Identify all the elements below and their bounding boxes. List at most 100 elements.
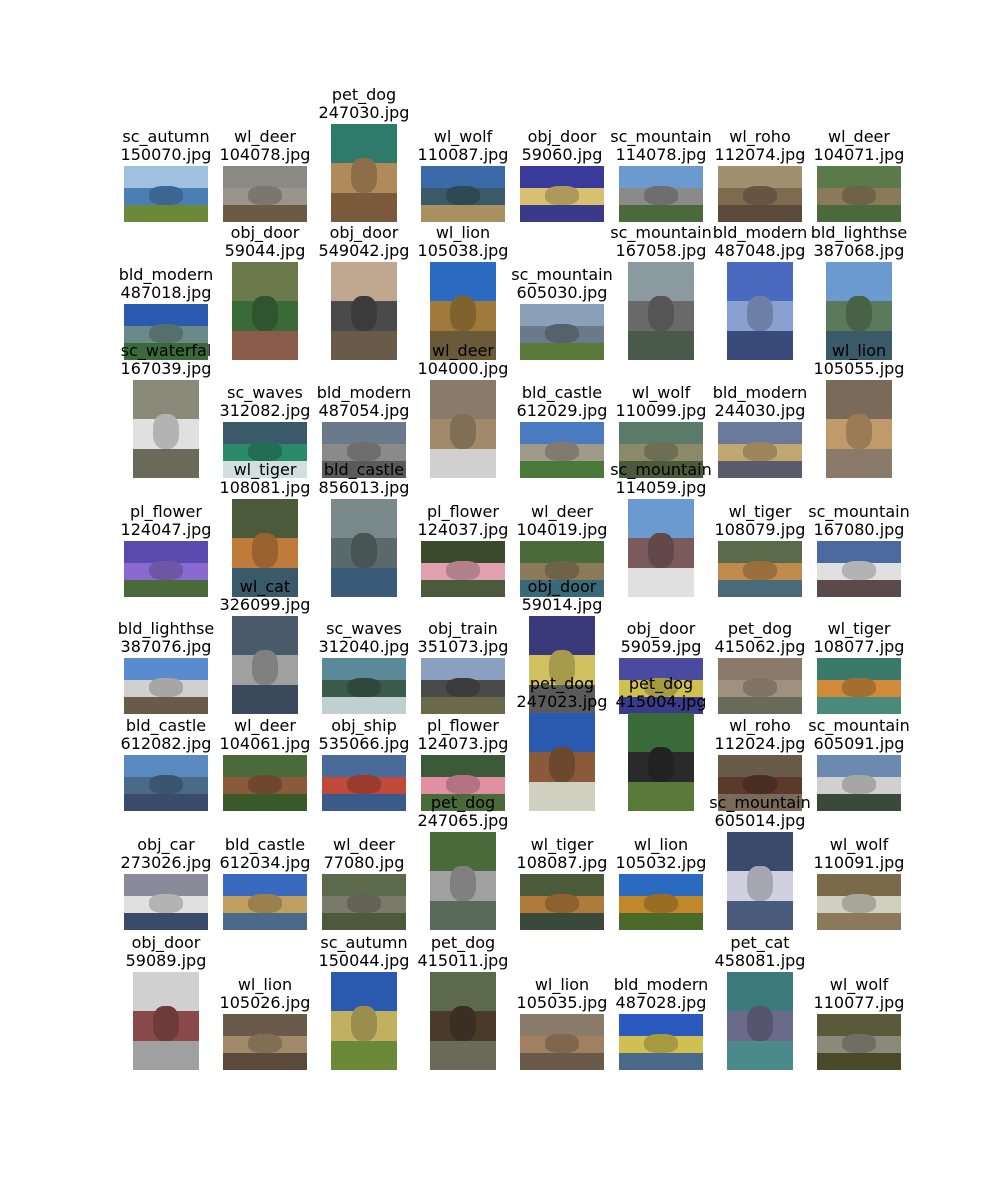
photo-foreground bbox=[628, 567, 694, 597]
file-label: 415004.jpg bbox=[615, 692, 707, 711]
photo-foreground bbox=[826, 448, 892, 478]
photo-foreground bbox=[421, 580, 505, 597]
photo-foreground bbox=[718, 205, 802, 222]
photo-foreground bbox=[619, 205, 703, 222]
photo-thumbnail bbox=[322, 755, 406, 811]
photo-foreground bbox=[619, 913, 703, 930]
file-label: 458081.jpg bbox=[714, 951, 806, 970]
photo-thumbnail bbox=[727, 972, 793, 1070]
image-caption: sc_mountain 114059.jpg bbox=[601, 461, 721, 497]
photo-thumbnail bbox=[124, 755, 208, 811]
photo-foreground bbox=[619, 1053, 703, 1070]
image-caption: wl_tiger 108077.jpg bbox=[799, 620, 919, 656]
photo-subject bbox=[449, 296, 477, 331]
grid-cell: obj_ship 535066.jpg bbox=[314, 693, 414, 811]
file-label: 605014.jpg bbox=[714, 811, 806, 830]
grid-cell: pet_dog 247023.jpg bbox=[512, 675, 612, 811]
category-label: bld_castle bbox=[323, 460, 405, 479]
photo-thumbnail bbox=[331, 499, 397, 597]
photo-thumbnail bbox=[133, 972, 199, 1070]
grid-cell: sc_autumn 150070.jpg bbox=[116, 104, 216, 222]
photo-thumbnail bbox=[124, 541, 208, 597]
photo-subject bbox=[644, 1033, 678, 1054]
image-caption: pet_dog 247030.jpg bbox=[304, 86, 424, 122]
image-caption: obj_door 59089.jpg bbox=[106, 934, 226, 970]
category-label: bld_lighthse bbox=[117, 619, 215, 638]
file-label: 105038.jpg bbox=[417, 241, 509, 260]
photo-subject bbox=[644, 185, 678, 206]
image-caption: pet_dog 415011.jpg bbox=[403, 934, 523, 970]
file-label: 487028.jpg bbox=[615, 993, 707, 1012]
photo-foreground bbox=[124, 205, 208, 222]
image-caption: sc_mountain 605030.jpg bbox=[502, 266, 622, 302]
photo-foreground bbox=[223, 794, 307, 811]
file-label: 247030.jpg bbox=[318, 103, 410, 122]
category-label: sc_mountain bbox=[808, 716, 910, 735]
photo-subject bbox=[350, 296, 378, 331]
photo-foreground bbox=[331, 567, 397, 597]
category-label: wl_lion bbox=[831, 341, 887, 360]
photo-foreground bbox=[817, 205, 901, 222]
category-label: sc_mountain bbox=[511, 265, 613, 284]
image-grid: sc_autumn 150070.jpg wl_deer 104078.jpg pet_… bbox=[0, 0, 1000, 1200]
category-label: bld_lighthse bbox=[810, 223, 908, 242]
file-label: 108077.jpg bbox=[813, 637, 905, 656]
photo-subject bbox=[446, 185, 480, 206]
photo-thumbnail bbox=[133, 380, 199, 478]
grid-cell: obj_door 59060.jpg bbox=[512, 104, 612, 222]
grid-cell: wl_deer 104078.jpg bbox=[215, 104, 315, 222]
photo-thumbnail bbox=[718, 541, 802, 597]
grid-cell: pet_dog 247065.jpg bbox=[413, 794, 513, 930]
photo-foreground bbox=[817, 794, 901, 811]
file-label: 487054.jpg bbox=[318, 401, 410, 420]
photo-thumbnail bbox=[727, 832, 793, 930]
image-caption: pet_cat 458081.jpg bbox=[700, 934, 820, 970]
grid-cell: pet_cat 458081.jpg bbox=[710, 934, 810, 1070]
category-label: obj_door bbox=[131, 933, 201, 952]
photo-thumbnail bbox=[520, 166, 604, 222]
photo-subject bbox=[743, 560, 777, 581]
grid-cell: pet_dog 247030.jpg bbox=[314, 86, 414, 222]
image-caption: bld_lighthse 387068.jpg bbox=[799, 224, 919, 260]
photo-subject bbox=[842, 1033, 876, 1054]
photo-thumbnail bbox=[223, 1014, 307, 1070]
file-label: 605030.jpg bbox=[516, 283, 608, 302]
photo-foreground bbox=[322, 794, 406, 811]
category-label: wl_deer bbox=[234, 127, 296, 146]
image-caption: wl_lion 105055.jpg bbox=[799, 342, 919, 378]
photo-thumbnail bbox=[232, 262, 298, 360]
photo-thumbnail bbox=[223, 166, 307, 222]
photo-foreground bbox=[421, 205, 505, 222]
grid-cell: wl_wolf 110077.jpg bbox=[809, 952, 909, 1070]
image-caption: wl_deer 104019.jpg bbox=[502, 503, 622, 539]
file-label: 114059.jpg bbox=[615, 478, 707, 497]
photo-thumbnail bbox=[520, 422, 604, 478]
file-label: 167039.jpg bbox=[120, 359, 212, 378]
photo-subject bbox=[350, 1006, 378, 1041]
file-label: 124047.jpg bbox=[120, 520, 212, 539]
photo-subject bbox=[149, 560, 183, 581]
photo-subject bbox=[845, 296, 873, 331]
photo-subject bbox=[251, 650, 279, 685]
photo-subject bbox=[743, 774, 777, 795]
image-caption: bld_modern 487028.jpg bbox=[601, 976, 721, 1012]
grid-cell: sc_mountain 605091.jpg bbox=[808, 693, 910, 811]
photo-subject bbox=[446, 774, 480, 795]
photo-foreground bbox=[718, 461, 802, 478]
file-label: 110077.jpg bbox=[813, 993, 905, 1012]
category-label: wl_lion bbox=[237, 975, 293, 994]
image-caption: wl_wolf 110077.jpg bbox=[799, 976, 919, 1012]
photo-thumbnail bbox=[628, 713, 694, 811]
photo-subject bbox=[746, 296, 774, 331]
photo-subject bbox=[149, 185, 183, 206]
file-label: 167080.jpg bbox=[813, 520, 905, 539]
photo-subject bbox=[449, 414, 477, 449]
photo-subject bbox=[248, 774, 282, 795]
category-label: bld_modern bbox=[613, 975, 709, 994]
category-label: obj_train bbox=[428, 619, 498, 638]
category-label: wl_deer bbox=[531, 502, 593, 521]
category-label: pet_dog bbox=[331, 85, 397, 104]
photo-subject bbox=[248, 185, 282, 206]
photo-subject bbox=[149, 774, 183, 795]
file-label: 124073.jpg bbox=[417, 734, 509, 753]
